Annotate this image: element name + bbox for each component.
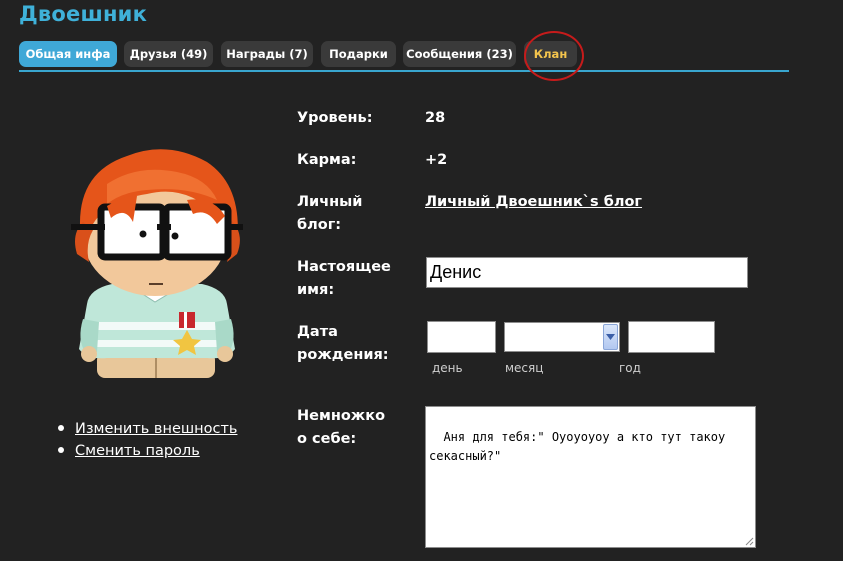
list-item: Сменить пароль (55, 439, 237, 461)
about-textarea[interactable]: Аня для тебя:" Оуоуоуоу а кто тут такоу … (425, 406, 756, 548)
birth-year-hint: год (619, 361, 641, 375)
level-label: Уровень: (297, 110, 373, 126)
bullet-icon (58, 447, 64, 453)
bullet-icon (58, 425, 64, 431)
birth-year-input[interactable] (628, 321, 715, 353)
tab-bar: Общая инфа Друзья (49) Награды (7) Подар… (19, 41, 789, 72)
tab-awards[interactable]: Награды (7) (221, 41, 313, 67)
list-item: Изменить внешность (55, 417, 237, 439)
avatar (67, 144, 247, 384)
real-name-input[interactable] (426, 257, 748, 288)
south-park-avatar-icon (71, 149, 243, 378)
realname-label-line1: Настоящее (297, 259, 391, 275)
birth-day-hint: день (432, 361, 463, 375)
blog-label-line1: Личный (297, 194, 363, 210)
karma-label: Карма: (297, 152, 357, 168)
tab-messages[interactable]: Сообщения (23) (403, 41, 516, 67)
page-title: Двоешник (19, 2, 148, 26)
tab-gifts[interactable]: Подарки (321, 41, 396, 67)
birthdate-label-line1: Дата (297, 324, 338, 340)
change-appearance-link[interactable]: Изменить внешность (75, 421, 237, 437)
profile-actions: Изменить внешность Сменить пароль (55, 417, 237, 461)
tab-general-info[interactable]: Общая инфа (19, 41, 117, 67)
karma-value: +2 (425, 152, 448, 168)
birthdate-label-line2: рождения: (297, 347, 389, 363)
birth-day-input[interactable] (427, 321, 496, 353)
chevron-down-icon (606, 334, 615, 340)
about-label-line2: о себе: (297, 431, 357, 447)
change-password-link[interactable]: Сменить пароль (75, 443, 200, 459)
realname-label-line2: имя: (297, 282, 335, 298)
birth-month-select[interactable] (504, 322, 620, 352)
blog-label-line2: блог: (297, 217, 342, 233)
tab-clan[interactable]: Клан (524, 41, 577, 67)
resize-grip-icon[interactable] (745, 537, 754, 546)
about-text: Аня для тебя:" Оуоуоуоу а кто тут такоу … (429, 430, 733, 463)
select-button[interactable] (603, 324, 618, 350)
tab-friends[interactable]: Друзья (49) (124, 41, 213, 67)
birth-month-hint: месяц (505, 361, 544, 375)
about-label-line1: Немножко (297, 408, 386, 424)
blog-link[interactable]: Личный Двоешник`s блог (425, 194, 642, 210)
level-value: 28 (425, 110, 446, 126)
